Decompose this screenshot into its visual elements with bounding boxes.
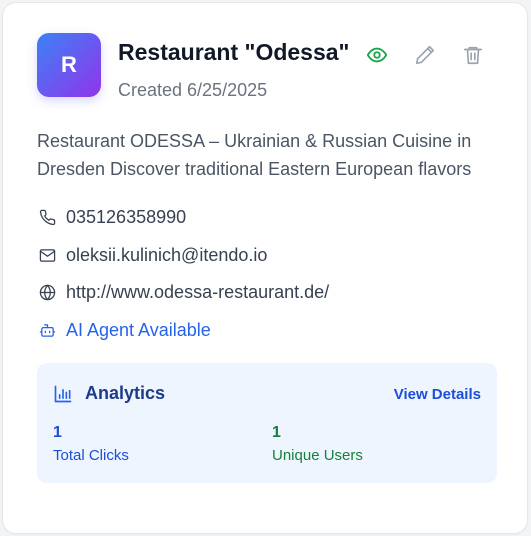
- total-clicks-label: Total Clicks: [53, 447, 129, 464]
- total-clicks-value: 1: [53, 424, 62, 441]
- bot-icon: [38, 321, 56, 339]
- unique-users-value: 1: [272, 424, 281, 441]
- mail-icon: [38, 246, 56, 264]
- page-title: Restaurant "Odessa": [118, 39, 350, 65]
- analytics-title: Analytics: [85, 383, 166, 403]
- view-button[interactable]: [365, 43, 389, 67]
- view-details-link[interactable]: View Details: [394, 386, 481, 403]
- total-clicks-stat: 1 Total Clicks: [53, 423, 129, 466]
- pencil-icon: [415, 45, 435, 65]
- email-row: oleksii.kulinich@itendo.io: [37, 243, 267, 267]
- created-date: Created 6/25/2025: [118, 80, 268, 100]
- phone-number: 035126358990: [66, 206, 187, 227]
- avatar: R: [37, 33, 101, 97]
- edit-button[interactable]: [413, 43, 437, 67]
- website-link[interactable]: http://www.odessa-restaurant.de/: [66, 282, 329, 303]
- unique-users-label: Unique Users: [272, 447, 363, 464]
- restaurant-card: R Restaurant "Odessa" Created 6/25/2025 …: [2, 2, 528, 534]
- delete-button[interactable]: [461, 43, 485, 67]
- ai-agent-status: AI Agent Available: [66, 319, 211, 340]
- email-address: oleksii.kulinich@itendo.io: [66, 244, 268, 265]
- globe-icon: [38, 283, 56, 301]
- ai-agent-row: AI Agent Available: [37, 318, 211, 342]
- unique-users-stat: 1 Unique Users: [272, 423, 363, 466]
- analytics-header: Analytics: [53, 383, 165, 404]
- description: Restaurant ODESSA – Ukrainian & Russian …: [37, 131, 472, 179]
- phone-row: 035126358990: [37, 205, 186, 229]
- phone-icon: [38, 208, 56, 226]
- eye-icon: [366, 47, 388, 63]
- website-row: http://www.odessa-restaurant.de/: [37, 280, 329, 304]
- trash-icon: [463, 46, 483, 65]
- avatar-letter: R: [61, 52, 77, 77]
- bar-chart-icon: [54, 385, 72, 402]
- analytics-panel: Analytics View Details 1 Total Clicks 1 …: [37, 363, 497, 483]
